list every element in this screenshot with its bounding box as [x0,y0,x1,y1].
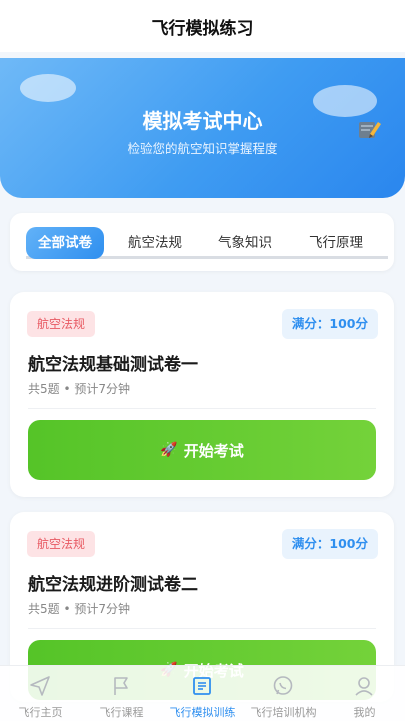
score-badge: 满分：100分 [281,529,378,559]
nav-label: 飞行主页 [18,706,63,719]
tab-all[interactable]: 全部试卷 [26,227,104,259]
nav-item-simulation[interactable]: 飞行模拟训练 [162,666,243,721]
exam-meta: 共5题 • 预计7分钟 [28,602,130,616]
divider [28,408,376,409]
nav-item-courses[interactable]: 飞行课程 [81,666,162,721]
rocket-icon: 🚀 [160,442,178,458]
flag-icon [114,677,128,695]
user-icon [355,677,373,696]
nav-label: 我的 [353,706,376,719]
exam-meta: 共5题 • 预计7分钟 [28,382,130,396]
hero-subtitle: 检验您的航空知识掌握程度 [127,141,278,156]
top-app-bar: 飞行模拟练习 [0,0,405,52]
chat-icon [273,676,293,695]
exam-title: 航空法规基础测试卷一 [28,355,198,375]
bottom-navigation: 飞行主页 飞行课程 飞行模拟训练 飞行培训机构 我的 [0,665,405,721]
cloud-decoration [20,74,76,102]
category-badge: 航空法规 [27,531,96,557]
paper-plane-icon [30,676,50,696]
tab-meteorology[interactable]: 气象知识 [218,227,272,259]
start-exam-label: 开始考试 [183,441,244,460]
nav-label: 飞行模拟训练 [169,706,236,719]
pencil-icon [359,122,381,138]
divider [28,628,376,629]
nav-item-profile[interactable]: 我的 [324,666,405,721]
tab-flight-principles[interactable]: 飞行原理 [309,227,363,259]
hero-banner: 模拟考试中心 检验您的航空知识掌握程度 [0,58,405,198]
score-badge: 满分：100分 [281,309,378,339]
category-badge: 航空法规 [27,311,96,337]
hero-title: 模拟考试中心 [142,109,263,133]
nav-item-home[interactable]: 飞行主页 [0,666,81,721]
exam-card: 航空法规 满分：100分 航空法规基础测试卷一 共5题 • 预计7分钟 🚀 开始… [10,292,394,497]
nav-label: 飞行课程 [99,706,144,719]
exam-title: 航空法规进阶测试卷二 [28,575,198,595]
category-tabs: 全部试卷 航空法规 气象知识 飞行原理 [10,213,394,271]
nav-item-training-orgs[interactable]: 飞行培训机构 [243,666,324,721]
tab-aviation-law[interactable]: 航空法规 [128,227,182,259]
page-title: 飞行模拟练习 [151,18,254,39]
book-icon [193,677,211,695]
nav-label: 飞行培训机构 [250,706,317,719]
start-exam-button[interactable]: 🚀 开始考试 [28,420,376,480]
